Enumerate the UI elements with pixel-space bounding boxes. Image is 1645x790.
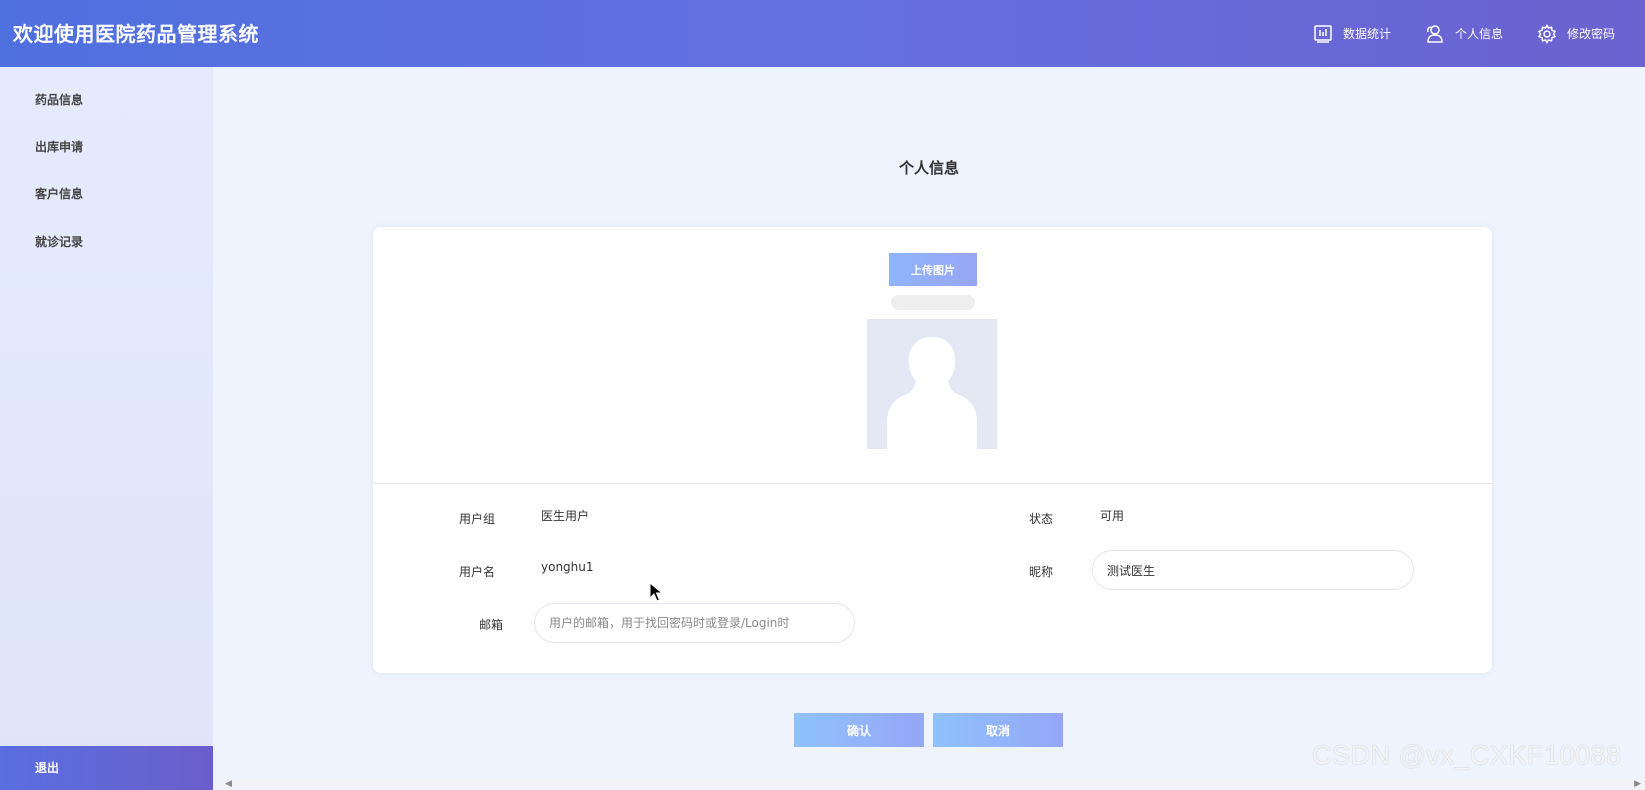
user-icon [1427,24,1443,43]
email-input[interactable] [534,603,855,643]
card-divider [373,483,1492,484]
logout-button[interactable]: 退出 [0,746,213,790]
nav-item-profile[interactable]: 个人信息 [1425,24,1503,44]
nav-item-label: 修改密码 [1566,27,1615,41]
upload-image-button[interactable]: 上传图片 [889,253,977,286]
scroll-left-icon[interactable]: ◀ [225,778,232,790]
app-title: 欢迎使用医院药品管理系统 [13,22,259,46]
avatar[interactable] [867,319,997,449]
user-group-value: 医生用户 [541,509,590,523]
header-nav: 数据统计 个人信息 修改密码 [1313,0,1615,67]
scroll-right-icon[interactable]: ▶ [1634,778,1641,790]
nickname-input[interactable] [1092,550,1414,590]
top-header: 欢迎使用医院药品管理系统 数据统计 个人信息 修改密码 [0,0,1645,67]
page-title: 个人信息 [898,159,959,177]
sidebar-item-outbound[interactable]: 出库申请 [35,138,83,155]
horizontal-scrollbar[interactable]: ◀ ▶ [213,778,1645,790]
watermark: CSDN @vx_CXKF10088 [1312,740,1622,770]
nav-item-password[interactable]: 修改密码 [1537,23,1615,44]
mouse-cursor-icon [649,582,663,602]
nav-item-label: 数据统计 [1342,27,1391,41]
gear-icon [1537,23,1557,44]
confirm-button[interactable]: 确认 [794,713,924,747]
sidebar-item-visits[interactable]: 就诊记录 [35,233,83,250]
email-label: 邮箱 [478,618,503,632]
nav-item-statistics[interactable]: 数据统计 [1313,24,1391,44]
username-value: yonghu1 [541,560,594,574]
profile-card: 上传图片 用户组 医生用户 状态 可用 用户名 yonghu1 昵称 邮箱 [373,227,1492,673]
user-group-label: 用户组 [458,512,495,526]
cancel-button[interactable]: 取消 [933,713,1063,747]
nickname-label: 昵称 [1028,565,1053,579]
status-value: 可用 [1100,509,1125,523]
username-label: 用户名 [458,565,495,579]
chart-icon [1314,24,1332,43]
sidebar-item-drugs[interactable]: 药品信息 [35,91,83,108]
sidebar-item-customers[interactable]: 客户信息 [35,185,83,202]
nav-item-label: 个人信息 [1454,27,1503,41]
avatar-placeholder-icon [867,319,997,449]
sidebar: 药品信息 出库申请 客户信息 就诊记录 退出 [0,67,213,790]
status-label: 状态 [1028,512,1053,526]
upload-progress [891,295,975,310]
